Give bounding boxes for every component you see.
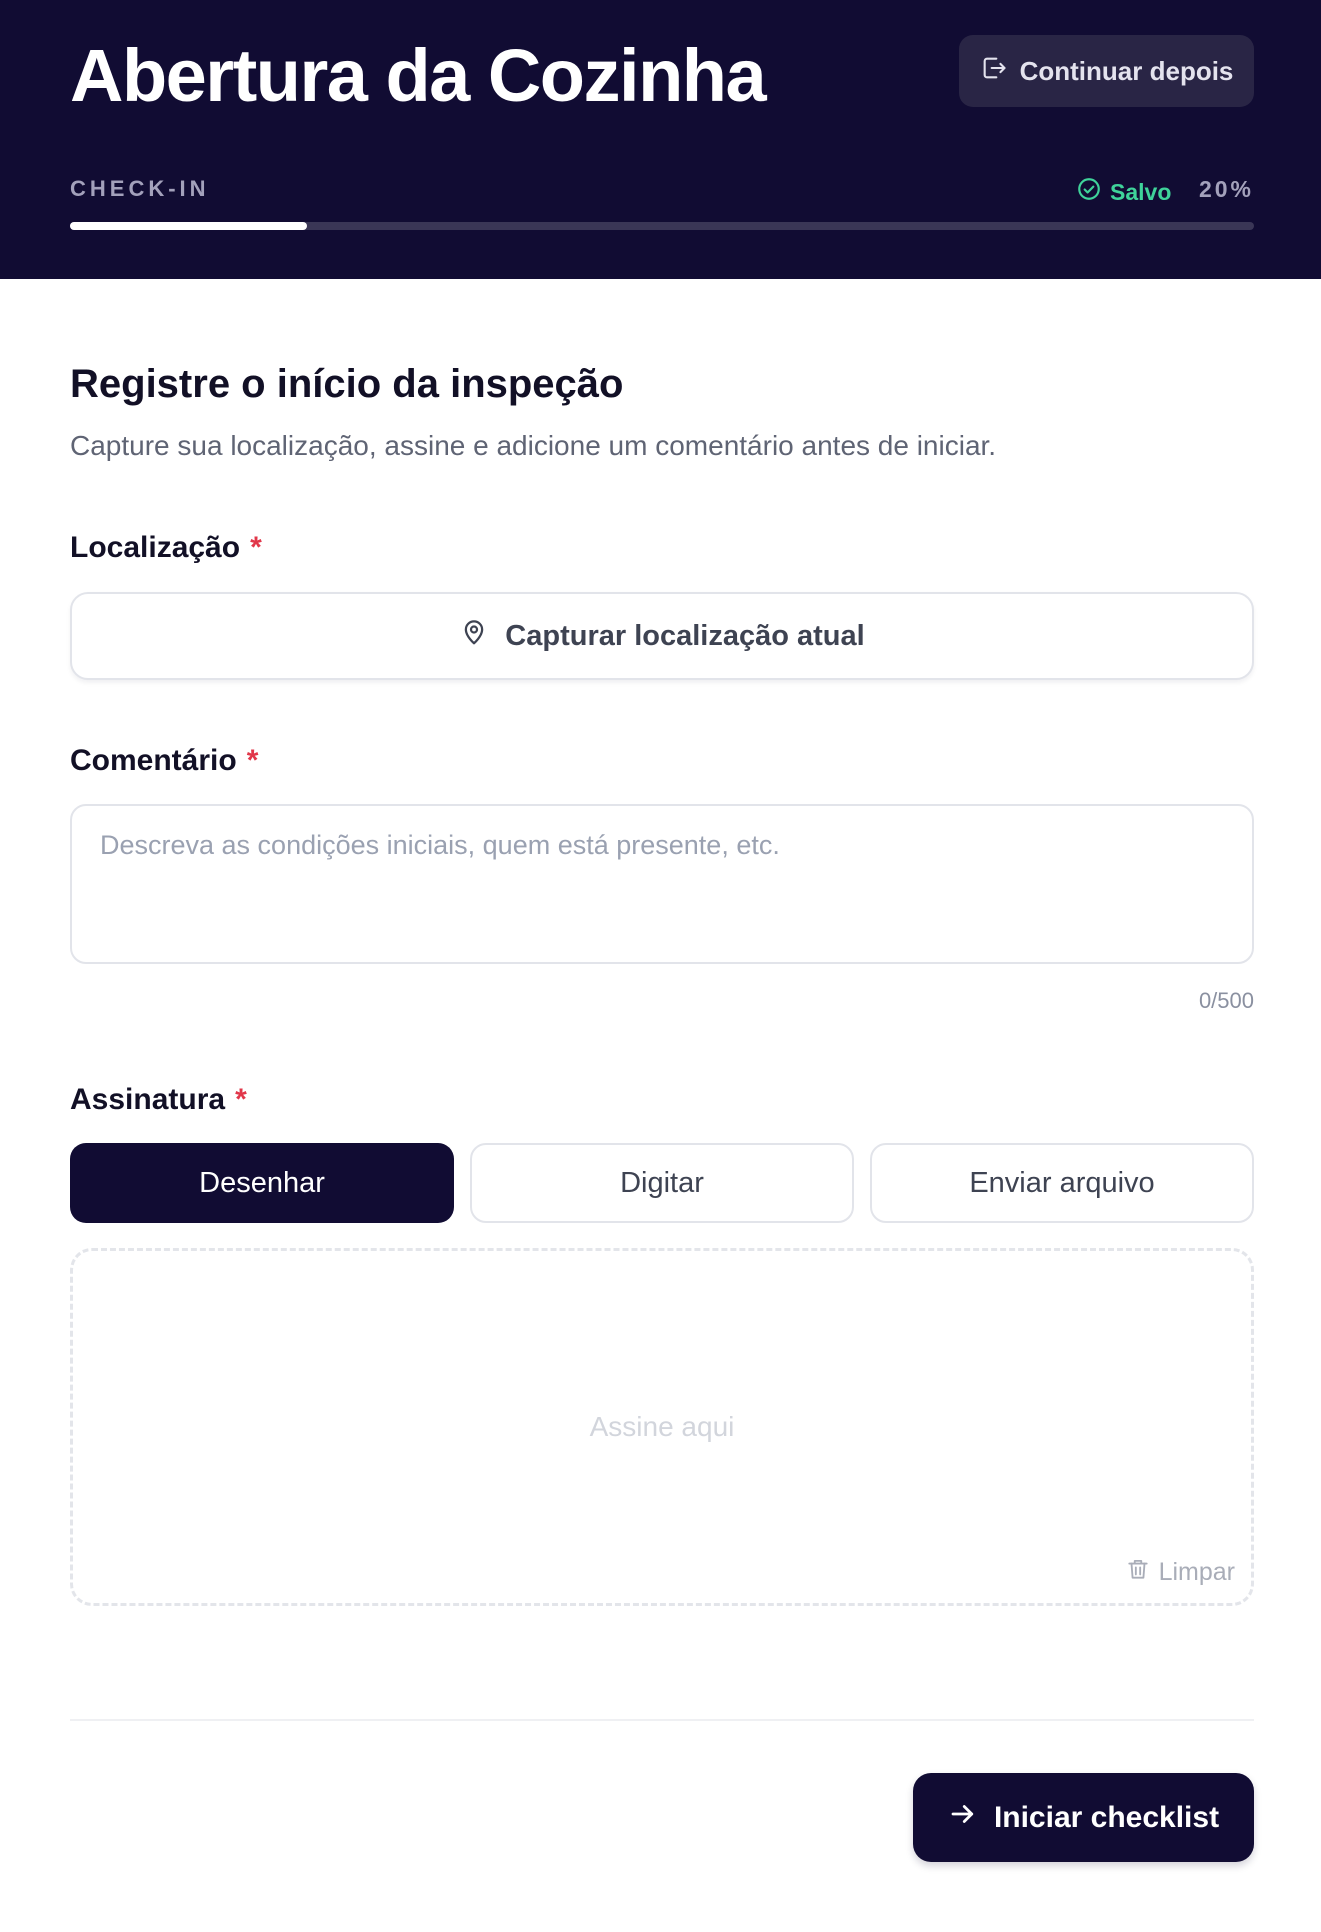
signature-mode-draw[interactable]: Desenhar [70, 1143, 454, 1223]
saved-status: Salvo [1076, 176, 1171, 208]
comment-label-text: Comentário [70, 744, 237, 777]
check-circle-icon [1076, 176, 1102, 208]
progress-percent: 20% [1198, 176, 1254, 202]
clear-signature-button[interactable]: Limpar [1125, 1556, 1235, 1589]
section-subtitle: Capture sua localização, assine e adicio… [70, 430, 997, 461]
continue-later-button[interactable]: Continuar depois [959, 35, 1254, 107]
signature-hint: Assine aqui [589, 1411, 735, 1442]
arrow-right-icon [948, 1799, 978, 1837]
comment-field[interactable] [70, 804, 1254, 964]
signature-mode-upload[interactable]: Enviar arquivo [870, 1143, 1254, 1223]
trash-icon [1125, 1556, 1151, 1589]
progress-bar-fill [70, 222, 307, 230]
signature-label-text: Assinatura [70, 1083, 226, 1116]
capture-location-label: Capturar localização atual [505, 619, 865, 652]
saved-label: Salvo [1110, 178, 1172, 205]
character-counter: 0/500 [1198, 988, 1254, 1013]
app-header: Abertura da Cozinha Continuar depois CHE… [0, 0, 1321, 279]
location-label-text: Localização [70, 531, 241, 564]
signature-mode-type[interactable]: Digitar [470, 1143, 854, 1223]
start-checklist-label: Iniciar checklist [993, 1800, 1220, 1834]
comment-label: Comentário * [70, 744, 258, 778]
capture-location-button[interactable]: Capturar localização atual [70, 592, 1254, 680]
exit-icon [980, 54, 1008, 89]
signature-pad[interactable]: Assine aqui Limpar [70, 1248, 1254, 1606]
required-mark: * [250, 531, 262, 564]
section-heading: Registre o início da inspeção [70, 362, 624, 406]
required-mark: * [235, 1083, 247, 1116]
map-pin-icon [459, 617, 489, 655]
page-title: Abertura da Cozinha [70, 34, 767, 117]
step-label: CHECK-IN [70, 176, 210, 201]
progress-bar [70, 222, 1254, 230]
continue-later-label: Continuar depois [1019, 55, 1234, 86]
footer-divider [70, 1719, 1254, 1721]
location-label: Localização * [70, 531, 262, 565]
required-mark: * [246, 744, 259, 777]
signature-label: Assinatura * [70, 1083, 247, 1117]
clear-signature-label: Limpar [1158, 1558, 1235, 1586]
start-checklist-button[interactable]: Iniciar checklist [913, 1773, 1254, 1862]
